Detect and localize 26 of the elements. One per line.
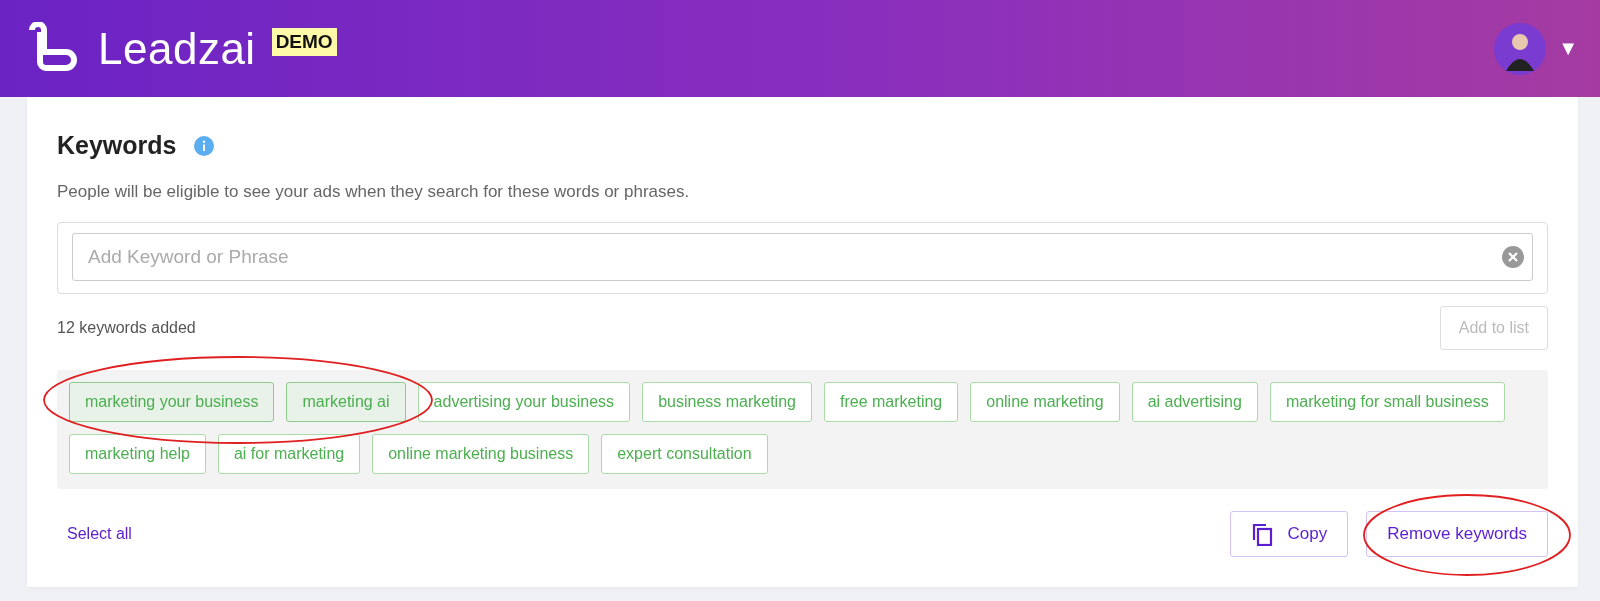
keyword-count: 12 keywords added xyxy=(57,319,196,337)
copy-button[interactable]: Copy xyxy=(1230,511,1349,557)
keyword-chip[interactable]: ai for marketing xyxy=(217,434,361,474)
keyword-chip[interactable]: advertising your business xyxy=(417,382,631,422)
keyword-chip[interactable]: marketing for small business xyxy=(1269,382,1505,422)
copy-icon xyxy=(1251,522,1274,546)
keyword-chip[interactable]: expert consultation xyxy=(601,434,768,474)
section-description: People will be eligible to see your ads when they search for these words or phrases. xyxy=(57,182,691,202)
info-icon[interactable] xyxy=(194,135,215,156)
section-title: Keywords xyxy=(57,131,177,160)
avatar[interactable] xyxy=(1494,22,1547,75)
brand-name: Leadzai xyxy=(98,23,256,74)
keyword-input[interactable]: Add Keyword or Phrase xyxy=(72,233,1533,281)
keyword-chip[interactable]: marketing your business xyxy=(69,382,275,422)
keyword-chip[interactable]: online marketing business xyxy=(372,434,590,474)
demo-badge: DEMO xyxy=(271,27,337,56)
clear-icon[interactable] xyxy=(1502,246,1524,268)
remove-keywords-button[interactable]: Remove keywords xyxy=(1366,511,1548,557)
keyword-chip[interactable]: ai advertising xyxy=(1131,382,1258,422)
keyword-chip[interactable]: marketing help xyxy=(69,434,206,474)
select-all-link[interactable]: Select all xyxy=(67,525,1213,543)
keyword-chip[interactable]: marketing ai xyxy=(286,382,406,422)
keyword-chip[interactable]: business marketing xyxy=(642,382,812,422)
keyword-chip[interactable]: online marketing xyxy=(970,382,1120,422)
keyword-chip[interactable]: free marketing xyxy=(823,382,959,422)
menu-caret[interactable]: ▼ xyxy=(1558,37,1578,60)
